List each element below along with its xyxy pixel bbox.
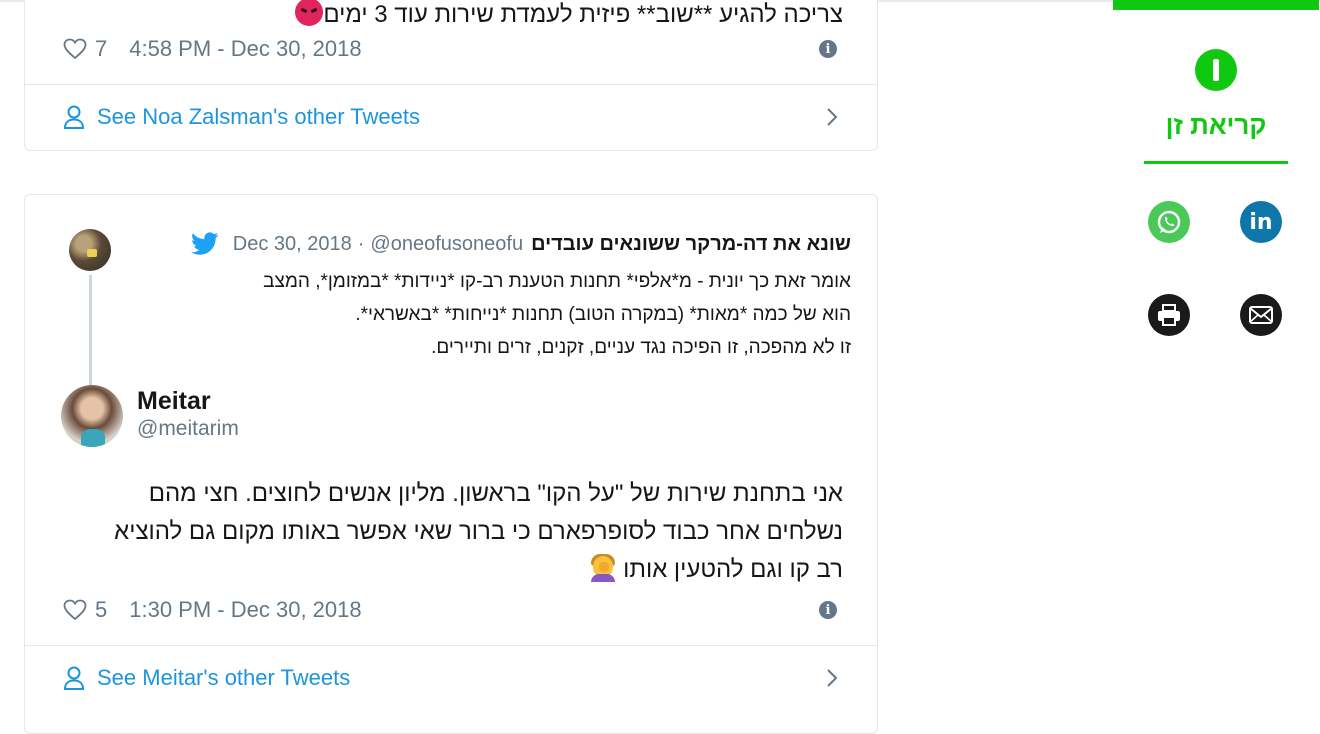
text-line: זו לא מהפכה, זו הפיכה נגד עניים, זקנים, …: [431, 337, 851, 358]
see-other-tweets-label: See Meitar's other Tweets: [97, 665, 351, 690]
info-icon[interactable]: i: [819, 601, 837, 619]
divider: [25, 84, 877, 85]
facepalm-icon: [589, 554, 617, 582]
angry-face-icon: [295, 0, 324, 26]
text-line: אני בתחנת שירות של "על הקו" בראשון. מליו…: [148, 480, 843, 507]
tweet-text: אני בתחנת שירות של "על הקו" בראשון. מליו…: [53, 475, 843, 589]
like-count: 5: [95, 597, 108, 622]
text-line: רב קו וגם להטעין אותו: [53, 551, 843, 589]
quoted-tweet-text: אומר זאת כך יונית - מ*אלפי* תחנות הטענת …: [111, 265, 851, 364]
tweet-card: שונא את דה-מרקר ששונאים עובדים @oneofuso…: [24, 194, 878, 734]
quoted-date[interactable]: Dec 30, 2018: [233, 231, 352, 257]
see-other-tweets-link[interactable]: See Noa Zalsman's other Tweets: [63, 100, 839, 134]
quoted-author-handle[interactable]: @oneofusoneofu: [370, 231, 523, 257]
text-line: הוא של כמה *מאות* (במקרה הטוב) תחנות *ני…: [355, 304, 851, 325]
whatsapp-icon[interactable]: [1148, 201, 1190, 243]
tweet-text: צריכה להגיע **שוב** פיזית לעמדת שירות עו…: [289, 0, 843, 30]
heart-icon[interactable]: [63, 38, 87, 60]
chevron-right-icon: [827, 669, 838, 687]
print-icon[interactable]: [1148, 294, 1190, 336]
separator: ·: [357, 233, 365, 255]
author-handle[interactable]: @meitarim: [137, 417, 239, 441]
heart-icon[interactable]: [63, 599, 87, 621]
tweet-meta: 5 1:30 PM - Dec 30, 2018: [63, 595, 362, 625]
thread-line: [89, 275, 92, 403]
divider: [25, 645, 877, 646]
tweet-card: צריכה להגיע **שוב** פיזית לעמדת שירות עו…: [24, 0, 878, 151]
person-icon: [63, 666, 85, 690]
linkedin-icon[interactable]: in: [1240, 201, 1282, 243]
twitter-bird-icon[interactable]: [190, 232, 219, 256]
author-name[interactable]: Meitar: [137, 387, 211, 416]
avatar[interactable]: [69, 229, 111, 271]
quoted-tweet-header: שונא את דה-מרקר ששונאים עובדים @oneofuso…: [190, 231, 851, 257]
text-line: נשלחים אחר כבוד לסופרפארם כי ברור שאי אפ…: [114, 518, 843, 545]
see-other-tweets-link[interactable]: See Meitar's other Tweets: [63, 661, 839, 695]
see-other-tweets-label: See Noa Zalsman's other Tweets: [97, 104, 420, 129]
zen-reading-icon[interactable]: [1195, 49, 1237, 91]
quoted-tweet[interactable]: שונא את דה-מרקר ששונאים עובדים @oneofuso…: [69, 225, 851, 403]
like-count: 7: [95, 36, 108, 61]
zen-reading-label[interactable]: קריאת זן: [1144, 110, 1288, 141]
person-icon: [63, 105, 85, 129]
text-line: אומר זאת כך יונית - מ*אלפי* תחנות הטענת …: [263, 271, 851, 292]
email-icon[interactable]: [1240, 294, 1282, 336]
tweet-timestamp[interactable]: 1:30 PM - Dec 30, 2018: [129, 597, 361, 623]
quoted-author-name[interactable]: שונא את דה-מרקר ששונאים עובדים: [531, 231, 851, 257]
divider: [1144, 161, 1288, 164]
avatar[interactable]: [61, 385, 123, 447]
tweet-timestamp[interactable]: 4:58 PM - Dec 30, 2018: [129, 36, 361, 62]
chevron-right-icon: [827, 108, 838, 126]
tweet-meta: 7 4:58 PM - Dec 30, 2018: [63, 34, 362, 64]
accent-bar: [1113, 0, 1319, 10]
info-icon[interactable]: i: [819, 40, 837, 58]
